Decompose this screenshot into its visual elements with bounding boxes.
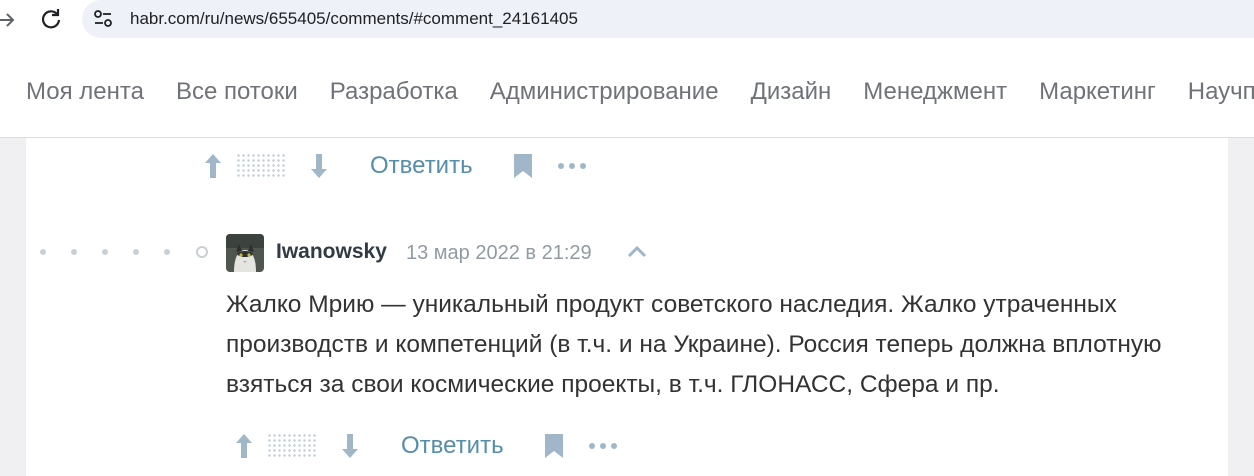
nav-item-popsci[interactable]: Научпоп [1188,77,1254,107]
arrow-down-icon[interactable] [308,151,330,181]
site-info-icon[interactable] [92,8,114,30]
score-placeholder [236,153,286,179]
more-icon[interactable] [557,161,587,171]
avatar[interactable] [226,234,264,272]
comment-actions: Ответить [233,426,618,466]
nav-item-design[interactable]: Дизайн [751,77,832,107]
nav-item-development[interactable]: Разработка [330,77,458,107]
thread-depth-indicator [40,246,208,258]
bookmark-icon[interactable] [544,433,564,459]
arrow-down-icon[interactable] [339,431,361,461]
arrow-up-icon[interactable] [233,431,255,461]
nav-item-marketing[interactable]: Маркетинг [1039,77,1156,107]
thread-dot [133,249,139,255]
comments-card: Ответить Iwanowsky 13 мар 2022 в 21:29 Ж… [26,138,1228,476]
thread-ring [196,246,208,258]
collapse-chevron-icon[interactable] [626,244,648,260]
nav-list: Моя лента Все потоки Разработка Админист… [26,77,1254,107]
more-icon[interactable] [588,441,618,451]
forward-arrow-icon[interactable] [0,8,16,32]
nav-item-administration[interactable]: Администрирование [490,77,719,107]
arrow-up-icon[interactable] [202,151,224,181]
nav-item-all-streams[interactable]: Все потоки [176,77,298,107]
score-placeholder [267,433,317,459]
reload-icon[interactable] [38,6,64,32]
reply-link[interactable]: Ответить [370,151,473,181]
thread-dot [40,249,46,255]
nav-item-management[interactable]: Менеджмент [863,77,1007,107]
comment-text: Жалко Мрию — уникальный продукт советско… [226,291,1162,398]
bookmark-icon[interactable] [513,153,533,179]
address-bar[interactable]: habr.com/ru/news/655405/comments/#commen… [82,0,1254,38]
comment-date[interactable]: 13 мар 2022 в 21:29 [406,242,592,265]
comment-username[interactable]: Iwanowsky [276,240,387,264]
reply-link[interactable]: Ответить [401,431,504,461]
thread-dot [71,249,77,255]
previous-comment-actions: Ответить [202,146,587,186]
thread-dot [102,249,108,255]
url-text[interactable]: habr.com/ru/news/655405/comments/#commen… [130,9,578,29]
thread-dot [164,249,170,255]
habr-navigation: Моя лента Все потоки Разработка Админист… [0,40,1254,138]
browser-toolbar: habr.com/ru/news/655405/comments/#commen… [0,0,1254,40]
nav-item-my-feed[interactable]: Моя лента [26,77,144,107]
